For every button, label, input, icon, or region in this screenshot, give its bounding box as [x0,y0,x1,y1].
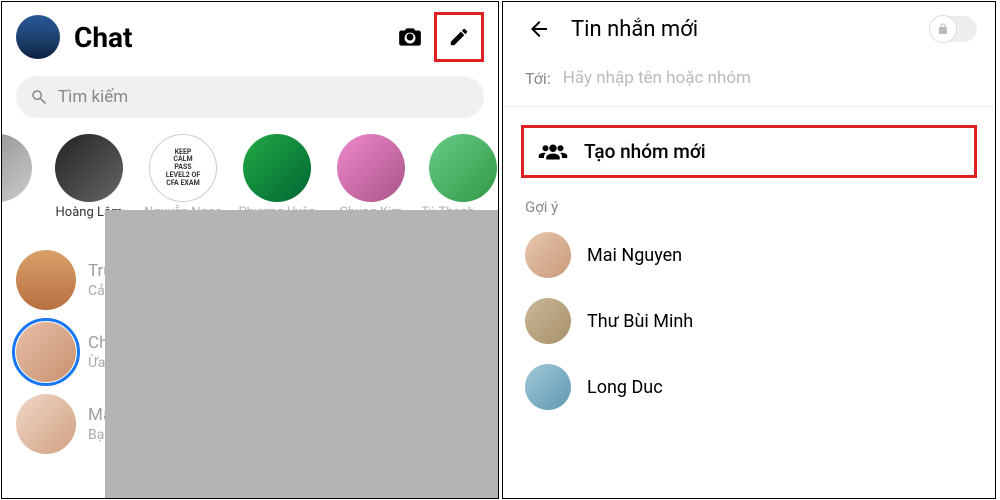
suggestion-avatar [525,364,571,410]
pencil-icon [448,26,470,48]
story-avatar [243,134,311,202]
lock-icon [937,23,949,35]
conversation-avatar [16,322,76,382]
search-placeholder: Tìm kiếm [58,87,128,107]
conversation-avatar [16,394,76,454]
arrow-left-icon [527,17,551,41]
create-group-label: Tạo nhóm mới [584,140,706,163]
camera-button[interactable] [390,17,430,57]
story-avatar [1,134,32,202]
recipient-input[interactable] [563,68,973,88]
compose-highlight [434,12,484,62]
suggestion-name: Long Duc [587,377,663,398]
story-avatar: KEEPCALMPASSLEVEL2 OFCFA EXAM [149,134,217,202]
compose-button[interactable] [439,17,479,57]
redacted-overlay [105,210,499,499]
suggestion-name: Thư Bùi Minh [587,311,693,332]
chat-header: Chat [2,2,498,70]
search-icon [30,88,48,106]
create-group-button[interactable]: Tạo nhóm mới [521,125,977,178]
suggestion-row[interactable]: Mai Nguyen [503,222,995,288]
camera-icon [397,24,423,50]
story-avatar [337,134,405,202]
toggle-knob [929,15,957,43]
secret-toggle[interactable] [931,16,977,42]
story-item[interactable] [8,134,42,236]
to-label: Tới: [525,69,551,88]
suggestion-name: Mai Nguyen [587,245,682,266]
suggestion-avatar [525,232,571,278]
profile-avatar[interactable] [16,15,60,59]
suggestions-label: Gợi ý [503,188,995,222]
story-avatar [55,134,123,202]
recipient-row: Tới: [503,52,995,107]
chat-title: Chat [74,21,390,54]
new-message-title: Tin nhắn mới [571,17,931,42]
back-button[interactable] [521,17,557,41]
suggestion-row[interactable]: Long Duc [503,354,995,420]
conversation-avatar [16,250,76,310]
chat-list-screen: Chat Tìm kiếm Hoàng Lâm KEEPCALMPASSLEVE… [1,1,499,499]
people-group-icon [538,141,568,163]
search-bar[interactable]: Tìm kiếm [16,76,484,118]
suggestion-row[interactable]: Thư Bùi Minh [503,288,995,354]
new-message-header: Tin nhắn mới [503,2,995,52]
suggestion-avatar [525,298,571,344]
story-avatar [429,134,497,202]
new-message-screen: Tin nhắn mới Tới: Tạo nhóm mới Gợi ý Mai… [502,1,996,499]
